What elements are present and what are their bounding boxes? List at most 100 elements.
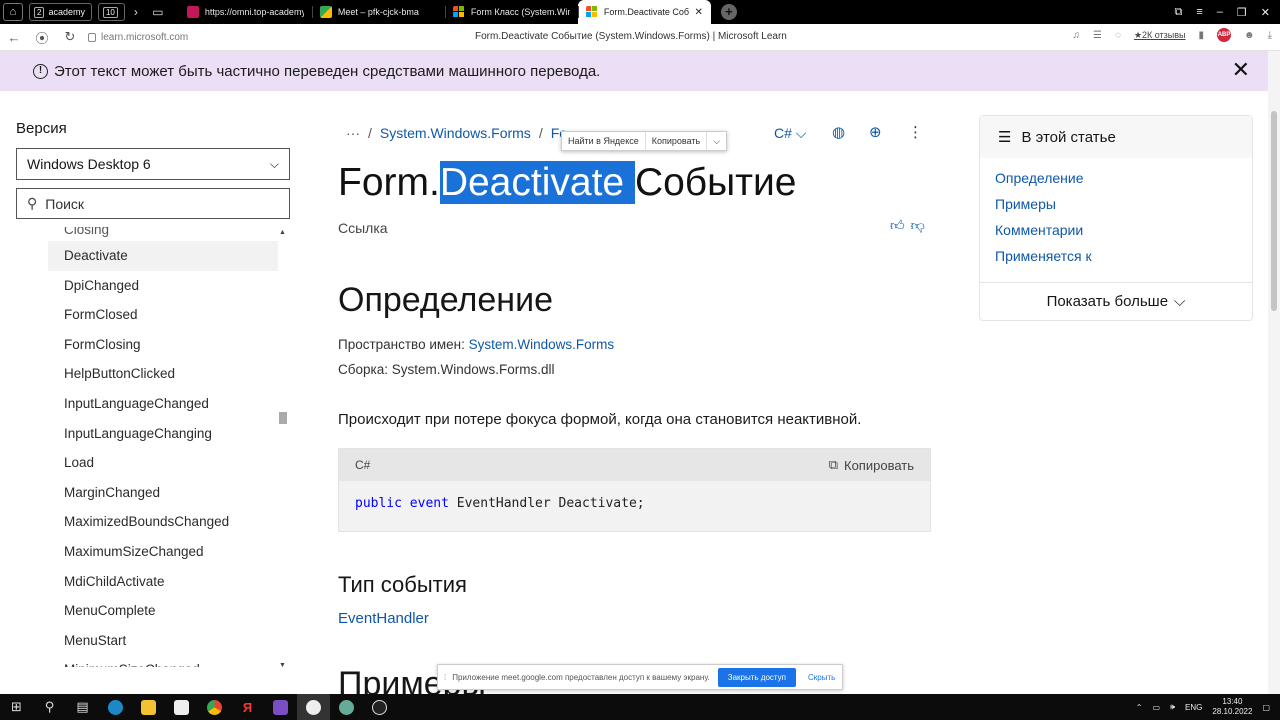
definition-heading: Определение bbox=[338, 281, 553, 319]
headphones-icon[interactable]: ♫ bbox=[1073, 30, 1081, 41]
url-field[interactable]: learn.microsoft.com bbox=[88, 32, 188, 43]
show-more-button[interactable]: Показать больше ⌵ bbox=[980, 282, 1252, 320]
tabs-counter[interactable]: 10 bbox=[97, 3, 125, 21]
version-select[interactable]: Windows Desktop 6 ⌵ bbox=[16, 148, 290, 180]
article-link-remarks[interactable]: Комментарии bbox=[995, 222, 1252, 248]
chevron-down-icon: ⌵ bbox=[269, 156, 279, 171]
yandex-browser-icon[interactable] bbox=[297, 694, 330, 720]
minimize-icon[interactable]: – bbox=[1217, 6, 1223, 19]
toc-item-minimumsizechanged[interactable]: MinimumSizeChanged bbox=[48, 655, 278, 667]
chevron-right-icon[interactable]: › bbox=[125, 2, 147, 22]
file-explorer-icon[interactable] bbox=[132, 694, 165, 720]
clock[interactable]: 13:40 28.10.2022 bbox=[1212, 697, 1252, 717]
adblock-icon[interactable]: ABP bbox=[1217, 28, 1232, 42]
stop-sharing-button[interactable]: Закрыть доступ bbox=[717, 667, 796, 687]
more-options-icon[interactable]: ⋮ bbox=[908, 123, 923, 141]
article-link-applies-to[interactable]: Применяется к bbox=[995, 248, 1252, 274]
thumbs-up-icon[interactable]: 👍︎ bbox=[890, 217, 905, 234]
browser-home-icon[interactable]: ⌂ bbox=[3, 3, 23, 21]
close-window-icon[interactable]: ✕ bbox=[1261, 6, 1270, 19]
namespace-link[interactable]: System.Windows.Forms bbox=[469, 337, 615, 352]
tab-title: Form Класс (System.Windo bbox=[470, 7, 570, 17]
obs-icon[interactable] bbox=[363, 694, 396, 720]
toc-scrollbar[interactable]: ▲ ▼ bbox=[278, 229, 288, 669]
page-scrollbar[interactable] bbox=[1268, 51, 1280, 694]
edge-icon[interactable] bbox=[99, 694, 132, 720]
tab-meet[interactable]: Meet – pfk-cjck-bma bbox=[311, 0, 445, 24]
language-selector[interactable]: C# ⌵ bbox=[774, 125, 806, 142]
notifications-icon[interactable]: ▢ bbox=[1262, 703, 1270, 712]
toc-item-deactivate[interactable]: Deactivate bbox=[48, 241, 278, 271]
toc-item-formclosing[interactable]: FormClosing bbox=[48, 330, 278, 360]
scroll-up-icon[interactable]: ▲ bbox=[279, 229, 286, 236]
toc-item-menucomplete[interactable]: MenuComplete bbox=[48, 596, 278, 626]
event-type-link[interactable]: EventHandler bbox=[338, 610, 429, 627]
hide-notice-button[interactable]: Скрыть bbox=[808, 673, 835, 682]
profile-icon[interactable]: ☻ bbox=[1244, 30, 1255, 41]
popup-chevron-icon[interactable]: ⌵ bbox=[707, 132, 726, 150]
copy-code-button[interactable]: ⧉ Копировать bbox=[829, 457, 914, 473]
screen-share-notice: ⁞ Приложение meet.google.com предоставле… bbox=[437, 664, 843, 690]
back-arrow-icon[interactable]: ← bbox=[0, 30, 28, 45]
microsoft-icon bbox=[585, 6, 598, 18]
bookmarks-icon[interactable]: ⧉ bbox=[1175, 6, 1183, 19]
rating-link[interactable]: ★2К отзывы bbox=[1134, 30, 1186, 41]
toc-item-helpbuttonclicked[interactable]: HelpButtonClicked bbox=[48, 359, 278, 389]
find-in-yandex-button[interactable]: Найти в Яндексе bbox=[562, 132, 646, 150]
thumbs-down-icon[interactable]: 👎︎ bbox=[911, 217, 925, 234]
start-windows-icon[interactable]: ⊞ bbox=[0, 694, 33, 720]
toc-item-inputlanguagechanged[interactable]: InputLanguageChanged bbox=[48, 389, 278, 419]
breadcrumb-link-namespace[interactable]: System.Windows.Forms bbox=[380, 125, 531, 141]
toc-scroll-thumb[interactable] bbox=[279, 412, 287, 424]
tab-omni[interactable]: https://omni.top-academy bbox=[179, 0, 312, 24]
toc-item-mdichildactivate[interactable]: MdiChildActivate bbox=[48, 567, 278, 597]
reload-icon[interactable]: ↻ bbox=[56, 29, 84, 45]
visual-studio-icon[interactable] bbox=[264, 694, 297, 720]
toc-item-dpichanged[interactable]: DpiChanged bbox=[48, 271, 278, 301]
maximize-icon[interactable]: ❐ bbox=[1237, 6, 1247, 19]
tab-form-deactivate[interactable]: Form.Deactivate Событ ✕ bbox=[577, 0, 711, 24]
toc-item-inputlanguagechanging[interactable]: InputLanguageChanging bbox=[48, 419, 278, 449]
scroll-down-icon[interactable]: ▼ bbox=[279, 662, 286, 669]
volume-icon[interactable]: 🕪︎ bbox=[1170, 702, 1175, 712]
search-icon[interactable]: ⚲ bbox=[33, 694, 66, 720]
breadcrumb-more-icon[interactable]: ··· bbox=[346, 125, 360, 141]
store-icon[interactable] bbox=[165, 694, 198, 720]
close-tab-icon[interactable]: ✕ bbox=[695, 7, 703, 18]
tab-form-class[interactable]: Form Класс (System.Windo bbox=[444, 0, 578, 24]
network-icon[interactable]: ▭ bbox=[1152, 703, 1160, 712]
new-tab-button[interactable]: + bbox=[720, 4, 737, 20]
toc-item-closing[interactable]: Closing bbox=[48, 227, 278, 241]
toc-item-maximumsizechanged[interactable]: MaximumSizeChanged bbox=[48, 537, 278, 567]
toc-item-load[interactable]: Load bbox=[48, 448, 278, 478]
reader-icon[interactable]: ☰ bbox=[1093, 30, 1102, 41]
toc-item-maximizedboundschanged[interactable]: MaximizedBoundsChanged bbox=[48, 507, 278, 537]
shield-icon[interactable]: ⦿ bbox=[28, 28, 56, 47]
download-icon[interactable]: ⤓ bbox=[1268, 30, 1272, 41]
language-indicator[interactable]: ENG bbox=[1185, 703, 1202, 712]
scrollbar-thumb[interactable] bbox=[1271, 111, 1277, 311]
chat-icon[interactable]: ◌ bbox=[1115, 30, 1121, 41]
toc-item-formclosed[interactable]: FormClosed bbox=[48, 300, 278, 330]
drag-handle-icon[interactable]: ⁞ bbox=[444, 673, 446, 682]
close-icon[interactable]: ✕ bbox=[1232, 57, 1250, 83]
show-more-label: Показать больше bbox=[1046, 293, 1169, 310]
menu-icon[interactable]: ≡ bbox=[1196, 6, 1202, 19]
tab-group-academy[interactable]: 2 academy bbox=[29, 3, 92, 21]
toc-item-menustart[interactable]: MenuStart bbox=[48, 626, 278, 656]
collections-icon[interactable]: ▭ bbox=[147, 2, 169, 22]
code-header: C# ⧉ Копировать bbox=[339, 449, 930, 481]
chevron-up-icon[interactable]: ⌃ bbox=[1136, 703, 1143, 712]
article-link-examples[interactable]: Примеры bbox=[995, 196, 1252, 222]
globe-icon[interactable]: ◍ bbox=[832, 123, 845, 141]
yandex-icon[interactable]: Я bbox=[231, 694, 264, 720]
add-collection-icon[interactable]: ⊕ bbox=[869, 123, 882, 141]
task-view-icon[interactable]: ▤ bbox=[66, 694, 99, 720]
app-icon[interactable] bbox=[330, 694, 363, 720]
toc-item-marginchanged[interactable]: MarginChanged bbox=[48, 478, 278, 508]
filter-search-input[interactable]: ⚲ Поиск bbox=[16, 188, 290, 219]
article-link-definition[interactable]: Определение bbox=[995, 170, 1252, 196]
chrome-icon[interactable] bbox=[198, 694, 231, 720]
bookmark-icon[interactable]: ▮ bbox=[1199, 30, 1205, 41]
popup-copy-button[interactable]: Копировать bbox=[646, 132, 708, 150]
